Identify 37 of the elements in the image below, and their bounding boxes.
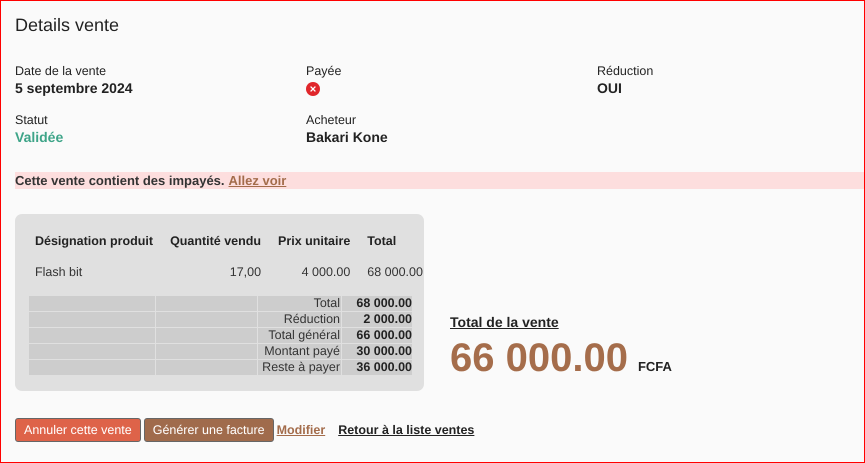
table-cell-text: 68 000.00 <box>366 264 424 281</box>
summary-value: 66 000.00 <box>342 328 412 343</box>
summary-label: Total général <box>258 328 341 343</box>
currency-label: FCFA <box>638 359 672 374</box>
field-value: 5 septembre 2024 <box>15 79 133 97</box>
summary-label: Total <box>258 296 341 311</box>
back-link[interactable]: Retour à la liste ventes <box>338 423 474 437</box>
field-label: Payée <box>306 64 342 79</box>
summary-value: 68 000.00 <box>342 296 412 311</box>
field-value: Validée <box>15 128 64 146</box>
summary-label: Réduction <box>258 312 341 327</box>
edit-link[interactable]: Modifier <box>276 423 326 437</box>
page-title: Details vente <box>15 15 120 37</box>
column-header: Prix unitaire <box>277 233 352 250</box>
summary-value: 36 000.00 <box>342 360 412 375</box>
field-label: Réduction <box>597 64 654 79</box>
summary-value: 2 000.00 <box>342 312 412 327</box>
alert-link[interactable]: Allez voir <box>228 173 286 188</box>
cancel-button[interactable]: Annuler cette vente <box>15 418 141 442</box>
summary-label: Reste à payer <box>258 360 341 375</box>
field-label: Statut <box>15 113 48 128</box>
table-cell-text: 4 000.00 <box>300 264 352 281</box>
alert-text: Cette vente contient des impayés. <box>15 173 225 188</box>
column-header: Désignation produit <box>34 233 154 250</box>
column-header: Total <box>366 233 398 250</box>
table-cell-text: Flash bit <box>34 264 84 281</box>
total-amount: 66 000.00 <box>450 336 628 381</box>
table-cell-text: 17,00 <box>228 264 262 281</box>
invoice-button[interactable]: Générer une facture <box>144 418 274 442</box>
summary-label: Montant payé <box>258 344 341 359</box>
field-value: OUI <box>597 79 622 97</box>
summary-value: 30 000.00 <box>342 344 412 359</box>
field-label: Acheteur <box>306 113 356 128</box>
total-label: Total de la vente <box>450 314 559 330</box>
field-label: Date de la vente <box>15 64 106 79</box>
column-header: Quantité vendu <box>169 233 262 250</box>
field-value: Bakari Kone <box>306 128 388 146</box>
